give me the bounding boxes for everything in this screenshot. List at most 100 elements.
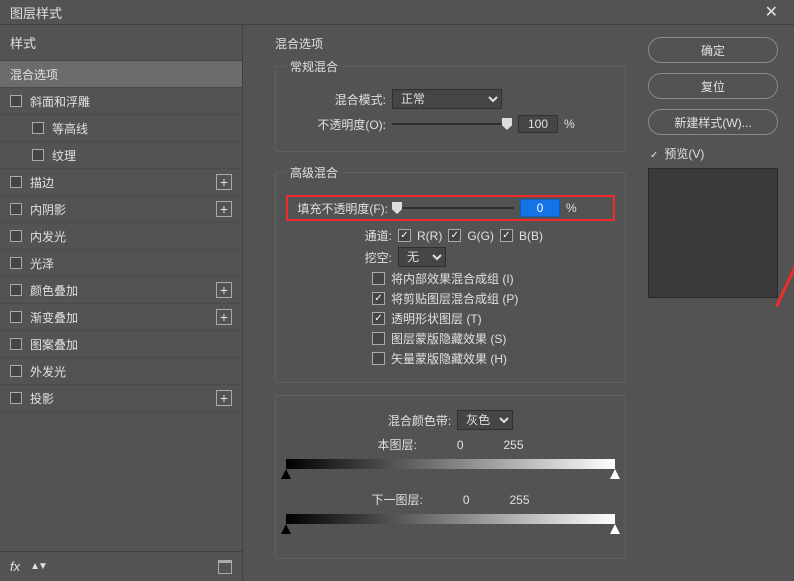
adv-opt-label: 将内部效果混合成组 (I): [391, 270, 514, 287]
this-layer-gradient[interactable]: [286, 459, 615, 479]
fill-opacity-pct: %: [566, 201, 580, 215]
sidebar-item-label: 纹理: [52, 147, 76, 164]
fill-opacity-label: 填充不透明度(F):: [292, 200, 388, 217]
this-layer-low: 0: [457, 438, 464, 452]
adv-opt-checkbox[interactable]: [372, 352, 385, 365]
ok-button[interactable]: 确定: [648, 37, 778, 63]
sidebar-item-6[interactable]: 内发光: [0, 223, 242, 250]
fill-opacity-input[interactable]: [520, 199, 560, 217]
plus-icon[interactable]: +: [216, 201, 232, 217]
blend-mode-label: 混合模式:: [286, 91, 386, 108]
sidebar-header: 样式: [0, 25, 242, 61]
new-style-button[interactable]: 新建样式(W)...: [648, 109, 778, 135]
adv-opt-label: 透明形状图层 (T): [391, 310, 482, 327]
channel-b-checkbox[interactable]: [500, 229, 513, 242]
adv-opt-label: 将剪贴图层混合成组 (P): [391, 290, 518, 307]
sidebar-item-label: 混合选项: [10, 66, 58, 83]
updown-icon[interactable]: ▲▼: [30, 561, 46, 572]
sidebar-checkbox[interactable]: [32, 149, 44, 161]
sidebar-item-5[interactable]: 内阴影 +: [0, 196, 242, 223]
sidebar-item-label: 渐变叠加: [30, 309, 78, 326]
sidebar-item-12[interactable]: 投影+: [0, 385, 242, 412]
sidebar-item-0[interactable]: 混合选项: [0, 61, 242, 88]
plus-icon[interactable]: +: [216, 174, 232, 190]
sidebar-checkbox[interactable]: [10, 284, 22, 296]
under-layer-gradient[interactable]: [286, 514, 615, 534]
close-icon[interactable]: ✕: [759, 0, 784, 24]
sidebar-item-label: 等高线: [52, 120, 88, 137]
advanced-blend-group: 高级混合 填充不透明度(F): % 通道: R(R) G(G) B(B) 挖空:…: [275, 164, 626, 383]
adv-opt-label: 矢量蒙版隐藏效果 (H): [391, 350, 507, 367]
blendif-label: 混合颜色带:: [388, 412, 451, 429]
sidebar-item-10[interactable]: 图案叠加: [0, 331, 242, 358]
knockout-select[interactable]: 无: [398, 247, 446, 267]
sidebar-checkbox[interactable]: [10, 95, 22, 107]
sidebar-item-label: 斜面和浮雕: [30, 93, 90, 110]
blend-mode-select[interactable]: 正常: [392, 89, 502, 109]
sidebar-item-1[interactable]: 斜面和浮雕: [0, 88, 242, 115]
sidebar-item-label: 图案叠加: [30, 336, 78, 353]
sidebar-item-8[interactable]: 颜色叠加 +: [0, 277, 242, 304]
general-blend-group: 常规混合 混合模式: 正常 不透明度(O): %: [275, 58, 626, 152]
preview-checkbox[interactable]: [650, 147, 658, 161]
channel-b-label: B(B): [519, 229, 543, 243]
opacity-slider[interactable]: [392, 117, 512, 131]
plus-icon[interactable]: +: [216, 309, 232, 325]
sidebar-checkbox[interactable]: [10, 365, 22, 377]
sidebar-checkbox[interactable]: [10, 392, 22, 404]
advanced-legend: 高级混合: [286, 164, 342, 181]
this-layer-label: 本图层:: [377, 436, 416, 453]
channel-g-checkbox[interactable]: [448, 229, 461, 242]
preview-swatch: [648, 168, 778, 298]
sidebar-checkbox[interactable]: [10, 230, 22, 242]
channel-r-label: R(R): [417, 229, 442, 243]
adv-opt-label: 图层蒙版隐藏效果 (S): [391, 330, 506, 347]
adv-opt-checkbox[interactable]: [372, 272, 385, 285]
fx-icon[interactable]: fx: [10, 559, 20, 574]
blendif-group: 混合颜色带: 灰色 本图层: 0 255 下一图层: 0 255: [275, 395, 626, 559]
preview-label: 预览(V): [664, 145, 704, 162]
fill-opacity-slider[interactable]: [394, 201, 514, 215]
under-layer-high: 255: [510, 493, 530, 507]
sidebar-item-3[interactable]: 纹理: [0, 142, 242, 169]
sidebar-checkbox[interactable]: [10, 176, 22, 188]
sidebar-checkbox[interactable]: [10, 203, 22, 215]
sidebar-item-11[interactable]: 外发光: [0, 358, 242, 385]
adv-opt-checkbox[interactable]: [372, 292, 385, 305]
channels-label: 通道:: [322, 227, 392, 244]
sidebar-item-label: 光泽: [30, 255, 54, 272]
cancel-button[interactable]: 复位: [648, 73, 778, 99]
plus-icon[interactable]: +: [216, 282, 232, 298]
sidebar-item-4[interactable]: 描边 +: [0, 169, 242, 196]
sidebar-item-9[interactable]: 渐变叠加 +: [0, 304, 242, 331]
dialog-title: 图层样式: [10, 3, 759, 22]
sidebar-item-label: 内阴影: [30, 201, 66, 218]
under-layer-low: 0: [463, 493, 470, 507]
style-list: 混合选项斜面和浮雕等高线纹理描边 + 内阴影 + 内发光光泽颜色叠加 + 渐变叠加 + 图案叠加…: [0, 61, 242, 551]
knockout-label: 挖空:: [322, 249, 392, 266]
opacity-label: 不透明度(O):: [286, 116, 386, 133]
adv-opt-1: 将剪贴图层混合成组 (P): [372, 290, 615, 307]
adv-opt-4: 矢量蒙版隐藏效果 (H): [372, 350, 615, 367]
general-legend: 常规混合: [286, 58, 342, 75]
sidebar-checkbox[interactable]: [32, 122, 44, 134]
opacity-input[interactable]: [518, 115, 558, 133]
opacity-pct: %: [564, 117, 578, 131]
sidebar-checkbox[interactable]: [10, 311, 22, 323]
sidebar-checkbox[interactable]: [10, 338, 22, 350]
trash-icon[interactable]: [218, 560, 232, 574]
sidebar-item-label: 内发光: [30, 228, 66, 245]
adv-opt-checkbox[interactable]: [372, 312, 385, 325]
panel-title: 混合选项: [275, 35, 626, 52]
channel-r-checkbox[interactable]: [398, 229, 411, 242]
adv-opt-checkbox[interactable]: [372, 332, 385, 345]
sidebar-checkbox[interactable]: [10, 257, 22, 269]
sidebar-item-label: 描边: [30, 174, 54, 191]
sidebar-item-2[interactable]: 等高线: [0, 115, 242, 142]
plus-icon[interactable]: +: [216, 390, 232, 406]
sidebar-item-label: 颜色叠加: [30, 282, 78, 299]
blendif-select[interactable]: 灰色: [457, 410, 513, 430]
sidebar-item-7[interactable]: 光泽: [0, 250, 242, 277]
this-layer-high: 255: [504, 438, 524, 452]
adv-opt-2: 透明形状图层 (T): [372, 310, 615, 327]
